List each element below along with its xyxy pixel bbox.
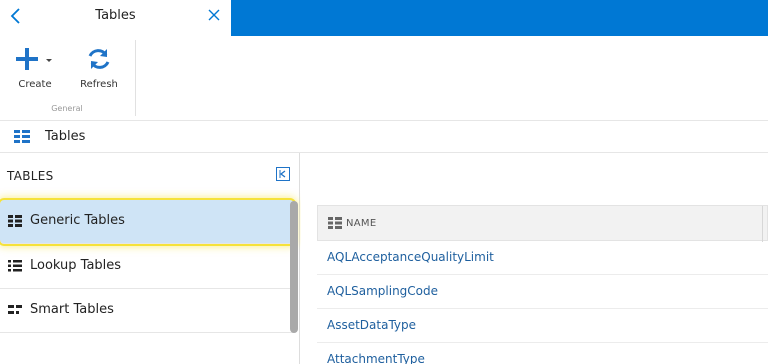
smart-table-icon (8, 305, 22, 314)
panel-header: Tables (0, 0, 231, 36)
sidebar-item-smart-tables[interactable]: Smart Tables (0, 289, 294, 333)
refresh-icon (88, 49, 110, 69)
sidebar: TABLES Generic Tables Lookup Tables Smar… (0, 153, 300, 364)
refresh-label: Refresh (80, 79, 118, 90)
table-row[interactable]: AttachmentType (317, 343, 768, 364)
breadcrumb-label[interactable]: Tables (45, 129, 85, 144)
sidebar-item-label: Lookup Tables (30, 258, 122, 273)
panel-title: Tables (95, 8, 136, 23)
create-button[interactable]: Create (5, 42, 65, 98)
refresh-button[interactable]: Refresh (69, 42, 129, 98)
toolbar-divider (135, 40, 136, 116)
table-row[interactable]: AssetDataType (317, 309, 768, 343)
top-bar (231, 0, 768, 36)
tables-grid: NAME AQLAcceptanceQualityLimit AQLSampli… (317, 205, 768, 364)
breadcrumb: Tables (0, 120, 768, 153)
table-name-link[interactable]: AQLSamplingCode (327, 284, 438, 298)
column-header-name[interactable]: NAME (317, 205, 768, 242)
table-row[interactable]: AQLAcceptanceQualityLimit (317, 241, 768, 275)
column-header-label: NAME (346, 218, 377, 229)
lookup-table-icon (8, 260, 22, 272)
close-icon[interactable] (206, 7, 222, 23)
sidebar-item-label: Generic Tables (30, 213, 125, 228)
column-divider[interactable] (762, 206, 763, 242)
table-name-link[interactable]: AttachmentType (327, 352, 425, 364)
toolbar-group-label: General (51, 104, 83, 113)
sidebar-item-generic-tables[interactable]: Generic Tables (0, 198, 296, 246)
table-name-link[interactable]: AssetDataType (327, 318, 416, 332)
toolbar: Create Refresh General (0, 36, 768, 120)
generic-table-icon (8, 215, 22, 227)
table-grid-icon (14, 130, 30, 143)
collapse-panel-icon[interactable] (276, 167, 290, 181)
table-name-link[interactable]: AQLAcceptanceQualityLimit (327, 250, 494, 264)
main-content: NAME AQLAcceptanceQualityLimit AQLSampli… (301, 153, 768, 364)
sidebar-scrollbar[interactable] (290, 201, 298, 333)
sidebar-item-label: Smart Tables (30, 302, 114, 317)
create-label: Create (18, 79, 52, 90)
plus-icon (16, 48, 52, 70)
sidebar-title: TABLES (7, 169, 54, 183)
sidebar-item-lookup-tables[interactable]: Lookup Tables (0, 245, 294, 289)
table-grid-icon (328, 217, 342, 229)
table-row[interactable]: AQLSamplingCode (317, 275, 768, 309)
